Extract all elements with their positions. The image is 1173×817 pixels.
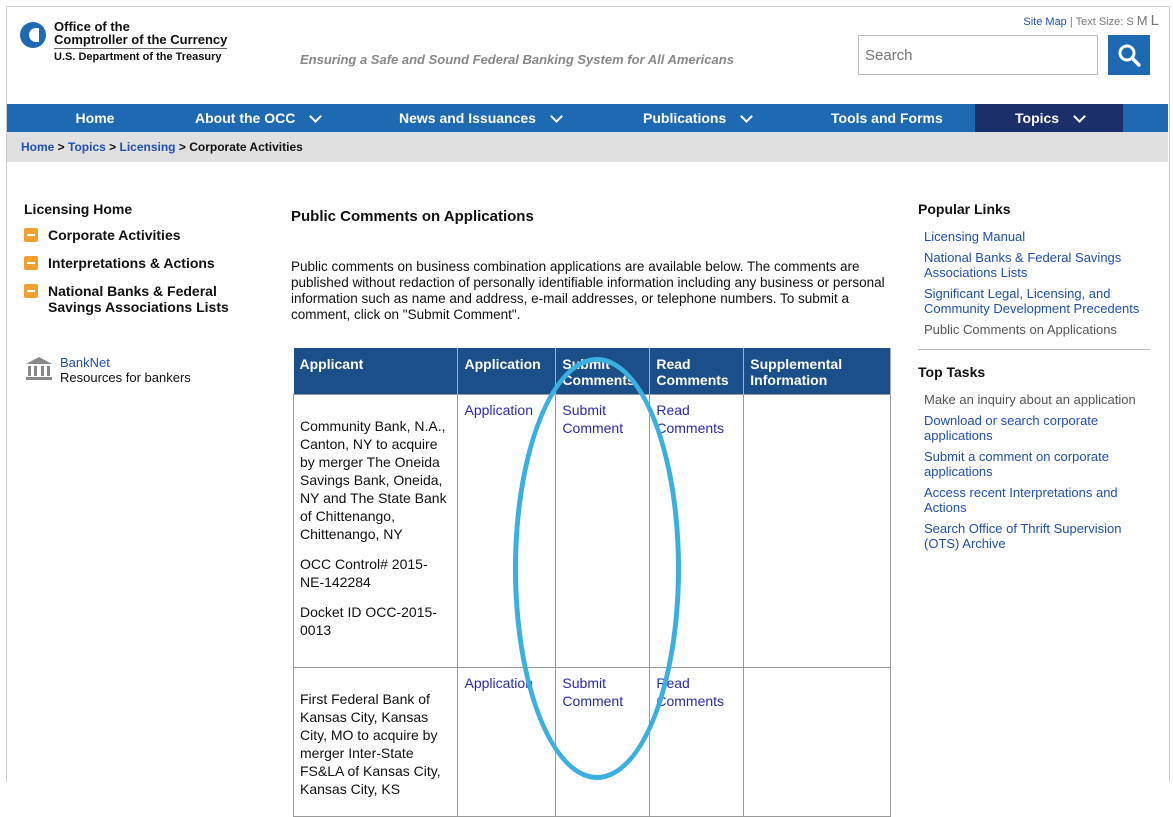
occ-logo[interactable]: Office of the Comptroller of the Currenc… (20, 20, 228, 64)
popular-link-licensing-manual[interactable]: Licensing Manual (924, 229, 1025, 244)
collapse-icon (24, 284, 38, 298)
breadcrumb-topics[interactable]: Topics (68, 140, 106, 154)
sidebar-item-national-banks-lists[interactable]: National Banks & Federal Savings Associa… (24, 283, 264, 315)
tagline: Ensuring a Safe and Sound Federal Bankin… (300, 52, 734, 67)
comments-table: Applicant Application Submit Comments Re… (292, 348, 891, 817)
divider (918, 349, 1150, 350)
top-tasks-title: Top Tasks (918, 364, 986, 380)
intro-paragraph: Public comments on business combination … (291, 259, 885, 322)
applicant-cell: Community Bank, N.A., Canton, NY to acqu… (292, 394, 459, 668)
submit-comment-link[interactable]: Submit Comment (562, 675, 623, 709)
banknet-link[interactable]: BankNet (60, 355, 110, 370)
nav-tools-forms[interactable]: Tools and Forms (775, 104, 975, 132)
breadcrumb-licensing[interactable]: Licensing (120, 140, 176, 154)
supplemental-cell (743, 667, 891, 817)
nav-about[interactable]: About the OCC (183, 104, 359, 132)
table-row: Community Bank, N.A., Canton, NY to acqu… (292, 394, 891, 668)
utility-links: Site Map | Text Size: S M L (1023, 12, 1159, 29)
popular-link-public-comments: Public Comments on Applications (924, 322, 1117, 337)
task-interpretations[interactable]: Access recent Interpretations and Action… (924, 485, 1118, 515)
banknet-promo: BankNet Resources for bankers (24, 355, 264, 385)
submit-comment-link[interactable]: Submit Comment (562, 402, 623, 436)
left-sidebar: Licensing Home Corporate Activities Inte… (24, 201, 264, 385)
task-download-applications[interactable]: Download or search corporate application… (924, 413, 1098, 443)
occ-seal-icon (20, 22, 46, 48)
popular-links-title: Popular Links (918, 201, 1011, 217)
popular-link-bank-lists[interactable]: National Banks & Federal Savings Associa… (924, 250, 1121, 280)
search-button[interactable] (1108, 35, 1150, 75)
top-tasks-list: Make an inquiry about an application Dow… (918, 392, 1150, 551)
page-title: Public Comments on Applications (291, 208, 534, 225)
task-submit-comment[interactable]: Submit a comment on corporate applicatio… (924, 449, 1109, 479)
col-header-submit: Submit Comments (555, 348, 651, 395)
text-size-small[interactable]: S (1126, 16, 1133, 28)
task-inquiry: Make an inquiry about an application (924, 392, 1136, 407)
chevron-down-icon (1073, 109, 1086, 123)
nav-topics[interactable]: Topics (975, 104, 1123, 132)
site-map-link[interactable]: Site Map (1023, 16, 1066, 28)
sidebar-item-interpretations[interactable]: Interpretations & Actions (24, 255, 264, 271)
bank-building-icon (26, 357, 52, 380)
text-size-large[interactable]: L (1151, 12, 1159, 29)
col-header-read: Read Comments (649, 348, 745, 395)
logo-line3: U.S. Department of the Treasury (54, 48, 228, 64)
search-input[interactable] (858, 35, 1098, 75)
text-size-medium[interactable]: M (1137, 13, 1148, 28)
main-content: Public Comments on Applications Public c… (291, 208, 891, 323)
nav-home[interactable]: Home (7, 104, 183, 132)
licensing-home-link[interactable]: Licensing Home (24, 201, 264, 217)
read-comments-link[interactable]: Read Comments (656, 675, 724, 709)
popular-links-list: Licensing Manual National Banks & Federa… (918, 229, 1150, 337)
chevron-down-icon (550, 109, 563, 123)
read-comments-link[interactable]: Read Comments (656, 402, 724, 436)
sidebar-item-corporate-activities[interactable]: Corporate Activities (24, 227, 264, 243)
col-header-supplemental: Supplemental Information (743, 348, 891, 395)
breadcrumb-current: Corporate Activities (189, 140, 303, 154)
supplemental-cell (743, 394, 891, 668)
collapse-icon (24, 256, 38, 270)
logo-line2: Comptroller of the Currency (54, 32, 228, 47)
col-header-applicant: Applicant (293, 348, 459, 395)
banknet-desc: Resources for bankers (60, 370, 191, 385)
text-size-label: Text Size: (1075, 16, 1124, 28)
nav-news[interactable]: News and Issuances (359, 104, 595, 132)
nav-publications[interactable]: Publications (595, 104, 775, 132)
breadcrumb-home[interactable]: Home (21, 140, 54, 154)
col-header-application: Application (457, 348, 557, 395)
applicant-cell: First Federal Bank of Kansas City, Kansa… (292, 667, 459, 817)
chevron-down-icon (740, 109, 754, 123)
chevron-down-icon (309, 109, 323, 123)
application-link[interactable]: Application (464, 675, 533, 691)
task-ots-archive[interactable]: Search Office of Thrift Supervision (OTS… (924, 521, 1122, 551)
collapse-icon (24, 228, 38, 242)
table-header-row: Applicant Application Submit Comments Re… (293, 348, 891, 395)
right-sidebar: Popular Links Licensing Manual National … (918, 201, 1150, 557)
table-row: First Federal Bank of Kansas City, Kansa… (292, 667, 891, 817)
popular-link-precedents[interactable]: Significant Legal, Licensing, and Commun… (924, 286, 1139, 316)
breadcrumb: Home > Topics > Licensing > Corporate Ac… (7, 132, 1168, 162)
application-link[interactable]: Application (464, 402, 533, 418)
main-nav: Home About the OCC News and Issuances Pu… (7, 104, 1168, 132)
search-icon (1118, 44, 1141, 67)
